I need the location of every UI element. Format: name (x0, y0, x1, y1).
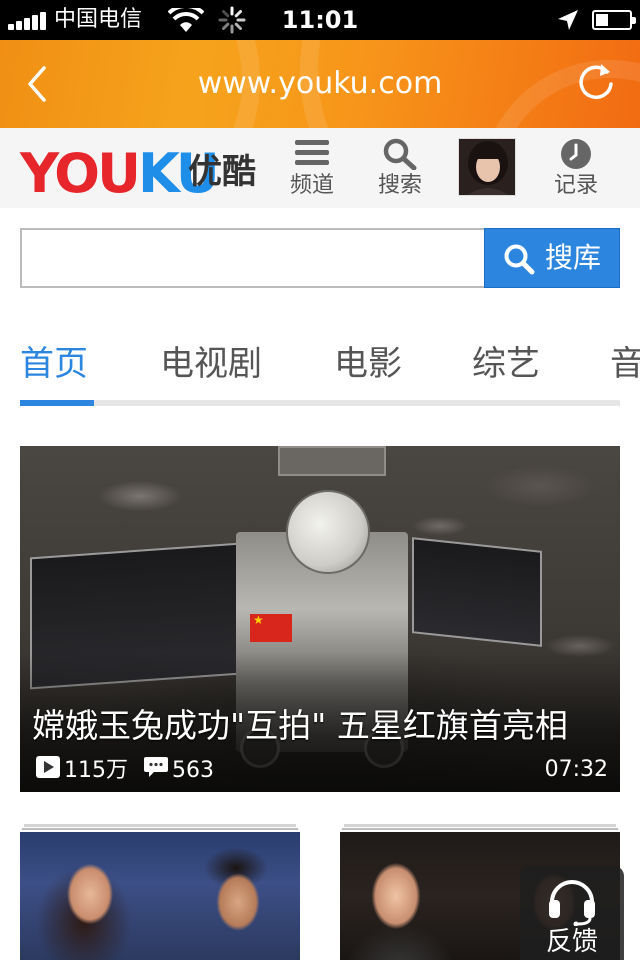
clock-icon (560, 138, 592, 174)
browser-toolbar: www.youku.com (0, 40, 640, 128)
search-button-label: 搜库 (545, 241, 602, 274)
tab-variety[interactable]: 综艺 (472, 342, 540, 386)
url-display[interactable]: www.youku.com (0, 66, 640, 102)
tab-active-indicator (20, 400, 94, 406)
rover-mast (278, 446, 386, 476)
video-card[interactable] (20, 824, 300, 960)
play-icon (36, 756, 60, 786)
featured-video-title: 嫦娥玉兔成功"互拍" 五星红旗首亮相 (32, 706, 568, 745)
play-count-value: 115万 (64, 758, 128, 783)
refresh-icon[interactable] (574, 60, 618, 104)
menu-icon (295, 138, 329, 172)
card-stack-edge (344, 824, 616, 827)
feedback-label: 反馈 (545, 927, 598, 957)
card-stack-edge (24, 824, 296, 827)
site-header: YOUKU 优酷 频道 搜索 记录 (0, 128, 640, 208)
tab-tv-series[interactable]: 电视剧 (160, 342, 262, 386)
comment-count-value: 563 (172, 758, 214, 783)
play-count: 115万 (36, 756, 128, 786)
solar-panel-right (412, 537, 542, 647)
rover-dish (286, 490, 370, 574)
battery-icon (592, 10, 636, 30)
status-bar: 中国电信 11:01 (0, 0, 640, 40)
search-nav-button[interactable]: 搜索 (370, 138, 430, 200)
comment-icon (144, 756, 168, 786)
channels-label: 频道 (289, 173, 334, 198)
card-stack-edge (342, 828, 618, 830)
tab-music[interactable]: 音 (610, 342, 640, 386)
history-label: 记录 (553, 173, 598, 198)
history-button[interactable]: 记录 (546, 138, 606, 200)
featured-video-card[interactable]: 嫦娥玉兔成功"互拍" 五星红旗首亮相 115万 563 07:32 (20, 446, 620, 792)
headset-icon (546, 874, 598, 930)
card-stack-edge (22, 828, 298, 830)
category-tabs: 首页 电视剧 电影 综艺 音 (0, 330, 640, 410)
location-arrow-icon (556, 8, 580, 36)
flag-icon (250, 613, 292, 642)
tab-movies[interactable]: 电影 (334, 342, 402, 386)
search-nav-label: 搜索 (377, 173, 422, 198)
feedback-button[interactable]: 反馈 (520, 866, 624, 960)
user-avatar[interactable] (458, 138, 516, 196)
clock: 11:01 (281, 6, 359, 34)
search-box (20, 228, 486, 288)
tab-home[interactable]: 首页 (20, 342, 88, 386)
logo-chinese: 优酷 (188, 152, 256, 192)
channels-button[interactable]: 频道 (282, 138, 342, 200)
search-icon (383, 138, 417, 174)
comment-count: 563 (144, 756, 214, 786)
search-input[interactable] (22, 230, 486, 286)
video-duration: 07:32 (544, 757, 608, 782)
video-thumbnail (20, 832, 300, 960)
tab-track (20, 400, 620, 406)
search-button[interactable]: 搜库 (484, 228, 620, 288)
search-icon (503, 243, 535, 279)
